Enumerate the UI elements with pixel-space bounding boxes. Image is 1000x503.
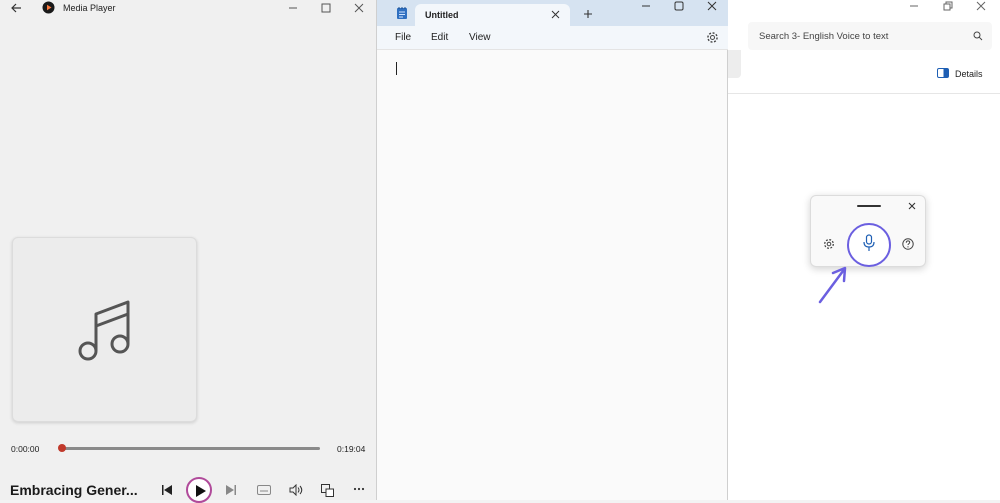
close-icon[interactable]	[908, 202, 916, 210]
next-track-icon[interactable]	[225, 484, 237, 496]
play-button[interactable]	[186, 477, 212, 503]
divider	[728, 93, 1000, 94]
more-options-icon[interactable]	[353, 486, 365, 492]
microphone-icon	[863, 234, 875, 252]
tab-untitled[interactable]: Untitled	[415, 4, 570, 26]
minimize-icon[interactable]	[641, 1, 651, 11]
mini-player-icon[interactable]	[321, 484, 334, 497]
media-player-logo-icon	[42, 1, 55, 14]
back-arrow-icon[interactable]	[10, 2, 22, 14]
total-time: 0:19:04	[337, 444, 366, 454]
current-time: 0:00:00	[11, 444, 40, 454]
help-icon[interactable]	[902, 238, 914, 250]
drag-handle[interactable]	[857, 205, 881, 207]
details-button[interactable]: Details	[955, 69, 983, 79]
search-input[interactable]: Search 3- English Voice to text	[759, 31, 888, 42]
song-title: Embracing Gener...	[10, 482, 138, 498]
close-icon[interactable]	[976, 1, 986, 11]
music-note-icon	[75, 296, 137, 364]
play-icon	[195, 484, 207, 498]
menu-bar: File Edit View	[377, 26, 729, 50]
close-icon[interactable]	[354, 3, 364, 13]
settings-gear-icon[interactable]	[823, 238, 835, 250]
notepad-window: Untitled File Edit View	[376, 0, 729, 500]
text-cursor	[396, 62, 397, 75]
captions-icon[interactable]	[257, 485, 271, 495]
voice-typing-panel	[810, 195, 926, 267]
maximize-icon[interactable]	[321, 3, 331, 13]
menu-file[interactable]: File	[395, 32, 411, 43]
close-icon[interactable]	[707, 1, 717, 11]
album-art	[12, 237, 197, 422]
menu-view[interactable]: View	[469, 32, 491, 43]
new-tab-icon[interactable]	[583, 9, 593, 19]
search-box[interactable]: Search 3- English Voice to text	[748, 22, 992, 50]
seek-bar[interactable]	[61, 447, 320, 450]
search-icon[interactable]	[973, 31, 983, 41]
minimize-icon[interactable]	[288, 3, 298, 13]
notepad-icon	[396, 6, 408, 20]
volume-icon[interactable]	[289, 484, 303, 496]
minimize-icon[interactable]	[909, 1, 919, 11]
text-editor[interactable]	[385, 50, 721, 500]
annotation-arrow-icon	[815, 262, 851, 306]
menu-edit[interactable]: Edit	[431, 32, 448, 43]
details-pane-icon[interactable]	[937, 68, 949, 78]
maximize-icon[interactable]	[674, 1, 684, 11]
seek-thumb[interactable]	[58, 444, 66, 452]
settings-gear-icon[interactable]	[706, 31, 719, 44]
previous-track-icon[interactable]	[161, 484, 173, 496]
restore-icon[interactable]	[943, 1, 953, 11]
tab-label: Untitled	[425, 10, 459, 20]
app-title: Media Player	[63, 3, 116, 13]
microphone-button[interactable]	[847, 223, 891, 267]
media-player-window: Media Player 0:00:00 0:19:04 Embracing G…	[0, 0, 376, 503]
dropdown-panel-edge	[728, 50, 741, 78]
close-tab-icon[interactable]	[551, 10, 560, 19]
